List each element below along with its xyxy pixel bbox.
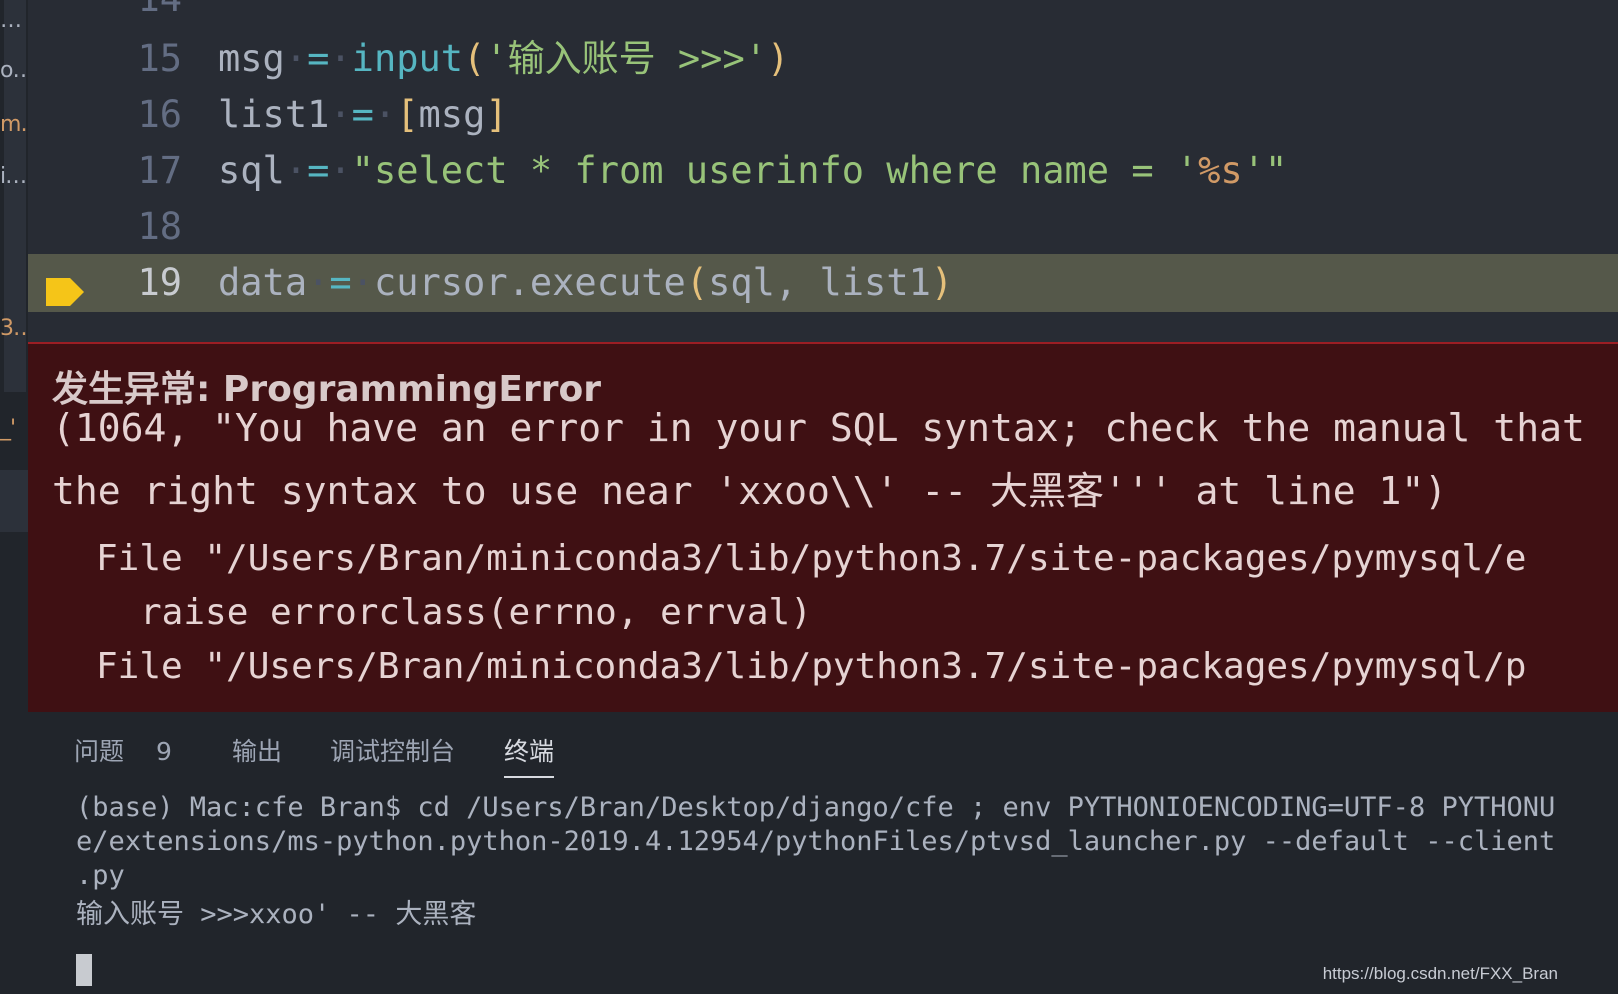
sidebar-item[interactable]: _' bbox=[0, 416, 28, 441]
exception-pointer bbox=[246, 342, 274, 344]
code-editor[interactable]: 14 15 msg·=·input('输入账号 >>>') 16 list1·=… bbox=[28, 0, 1618, 342]
sidebar-selected-item[interactable] bbox=[0, 470, 28, 532]
exception-title: 发生异常: ProgrammingError bbox=[52, 369, 601, 410]
tab-problems[interactable]: 问题 9 bbox=[74, 732, 172, 776]
terminal-line[interactable]: 输入账号 >>>xxoo' -- 大黑客 bbox=[76, 892, 476, 931]
current-line-highlight[interactable]: 19 data·=·cursor.execute(sql, list1) bbox=[28, 254, 1618, 312]
terminal-line[interactable]: .py bbox=[76, 860, 125, 891]
traceback-line: raise errorclass(errno, errval) bbox=[140, 592, 812, 633]
code-line: 14 bbox=[28, 0, 1618, 28]
exception-widget: 发生异常: ProgrammingError (1064, "You have … bbox=[28, 342, 1618, 714]
tab-debug-console[interactable]: 调试控制台 bbox=[330, 732, 455, 776]
tab-output[interactable]: 输出 bbox=[232, 732, 282, 776]
code-text[interactable]: list1·=·[msg] bbox=[218, 86, 508, 144]
line-number[interactable]: 18 bbox=[98, 198, 182, 256]
exception-message: (1064, "You have an error in your SQL sy… bbox=[52, 406, 1585, 450]
tab-terminal[interactable]: 终端 bbox=[504, 732, 555, 778]
breakpoint-arrow-icon[interactable] bbox=[44, 276, 88, 308]
sidebar-item[interactable]: … bbox=[0, 8, 28, 33]
line-number[interactable]: 16 bbox=[98, 86, 182, 144]
line-number: 14 bbox=[98, 0, 182, 28]
code-text[interactable]: data·=·cursor.execute(sql, list1) bbox=[218, 254, 953, 312]
line-number[interactable]: 15 bbox=[98, 30, 182, 88]
code-line[interactable]: 18 bbox=[28, 198, 1618, 256]
code-text[interactable]: sql·=·"select * from userinfo where name… bbox=[218, 142, 1287, 200]
terminal-line[interactable]: e/extensions/ms-python.python-2019.4.129… bbox=[76, 826, 1555, 857]
code-line[interactable]: 16 list1·=·[msg] bbox=[28, 86, 1618, 144]
sidebar-item[interactable]: 3… bbox=[0, 316, 28, 341]
code-line[interactable]: 15 msg·=·input('输入账号 >>>') bbox=[28, 30, 1618, 88]
terminal-cursor[interactable] bbox=[76, 954, 92, 986]
watermark: https://blog.csdn.net/FXX_Bran bbox=[1322, 964, 1558, 983]
line-number[interactable]: 19 bbox=[98, 254, 182, 312]
bottom-panel: 问题 9 输出 调试控制台 终端 (base) Mac:cfe Bran$ cd … bbox=[28, 712, 1618, 994]
sidebar-item[interactable]: m… bbox=[0, 112, 28, 137]
traceback-line[interactable]: File "/Users/Bran/miniconda3/lib/python3… bbox=[96, 538, 1526, 579]
code-line[interactable]: 17 sql·=·"select * from userinfo where n… bbox=[28, 142, 1618, 200]
sidebar-item[interactable]: o… bbox=[0, 58, 28, 83]
terminal-line[interactable]: (base) Mac:cfe Bran$ cd /Users/Bran/Desk… bbox=[76, 792, 1555, 823]
line-number[interactable]: 17 bbox=[98, 142, 182, 200]
sidebar-item[interactable]: i… bbox=[0, 164, 28, 189]
problems-count-badge: 9 bbox=[156, 737, 172, 766]
exception-message: the right syntax to use near 'xxoo\\' --… bbox=[52, 469, 1448, 513]
traceback-line[interactable]: File "/Users/Bran/miniconda3/lib/python3… bbox=[96, 646, 1526, 687]
explorer-sidebar: … o… m… i… 3… _' bbox=[0, 0, 28, 994]
code-text[interactable]: msg·=·input('输入账号 >>>') bbox=[218, 30, 789, 88]
